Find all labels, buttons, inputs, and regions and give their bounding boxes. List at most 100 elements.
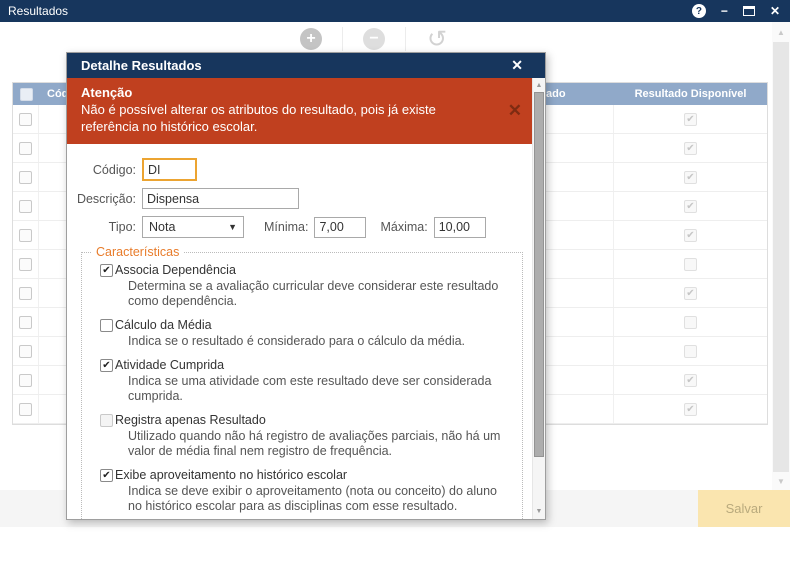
row-select-checkbox[interactable] [19,316,32,329]
row-select-checkbox[interactable] [19,200,32,213]
maxima-label: Máxima: [380,220,433,234]
header-resultado-disponivel[interactable]: Resultado Disponível [614,83,767,105]
dialog-scrollbar[interactable]: ▲ ▼ [532,78,545,519]
row-select-cell [13,192,39,220]
main-scrollbar-thumb[interactable] [773,42,789,472]
dialog-scrollbar-thumb[interactable] [534,92,544,457]
scroll-down-icon[interactable]: ▼ [772,477,790,486]
row-disponivel-cell: ✔ [614,163,767,191]
caracteristica-description: Indica se uma atividade com este resulta… [128,374,514,404]
caracteristica-row: Registra apenas Resultado [100,413,514,427]
row-select-cell [13,163,39,191]
window-title: Resultados [0,4,692,18]
caracteristica-description: Utilizado quando não há registro de aval… [128,429,514,459]
row-select-checkbox[interactable] [19,345,32,358]
row-select-checkbox[interactable] [19,171,32,184]
row-disponivel-checkbox: ✔ [684,374,697,387]
dialog-scroll-down-icon[interactable]: ▼ [533,508,545,515]
caracteristica-checkbox[interactable]: ✔ [100,359,113,372]
descricao-label: Descrição: [67,192,142,206]
row-select-cell [13,250,39,278]
row-select-checkbox[interactable] [19,229,32,242]
row-disponivel-cell [614,308,767,336]
caracteristica-row: ✔Exibe aproveitamento no histórico escol… [100,468,514,482]
caracteristica-item: Registra apenas Resultado Utilizado quand… [100,413,514,459]
row-disponivel-cell: ✔ [614,192,767,220]
dialog-title: Detalhe Resultados [67,58,511,73]
caracteristicas-fieldset: Características ✔Associa DependênciaDete… [81,245,523,520]
caracteristica-checkbox[interactable]: ✔ [100,264,113,277]
toolbar-separator [342,27,343,51]
warning-message: Não é possível alterar os atributos do r… [81,101,490,135]
row-disponivel-checkbox: ✔ [684,142,697,155]
main-scrollbar[interactable]: ▲ ▼ [772,22,790,490]
scroll-up-icon[interactable]: ▲ [772,28,790,37]
tipo-select-value: Nota [149,220,175,234]
row-select-cell [13,366,39,394]
warning-close-icon[interactable]: ✕ [508,101,522,121]
minima-input[interactable] [314,217,366,238]
chevron-down-icon: ▼ [228,222,237,232]
undo-icon[interactable]: ↺ [426,28,448,50]
close-icon[interactable]: ✕ [770,5,780,17]
caracteristica-item: Cálculo da MédiaIndica se o resultado é … [100,318,514,349]
caracteristica-label: Cálculo da Média [115,318,212,332]
descricao-input[interactable] [142,188,299,209]
caracteristicas-items: ✔Associa DependênciaDetermina se a avali… [100,263,514,520]
row-disponivel-cell: ✔ [614,105,767,133]
row-disponivel-checkbox [684,258,697,271]
row-select-checkbox[interactable] [19,403,32,416]
caracteristica-checkbox[interactable] [100,414,113,427]
titlebar-icons: ? − ✕ [692,4,790,18]
row-disponivel-checkbox: ✔ [684,171,697,184]
row-select-checkbox[interactable] [19,258,32,271]
tipo-row: Tipo: Nota ▼ Mínima: Máxima: [67,216,545,238]
dialog-scroll-up-icon[interactable]: ▲ [533,82,545,89]
warning-banner: Atenção Não é possível alterar os atribu… [67,78,532,144]
save-button[interactable]: Salvar [698,490,790,527]
row-select-cell [13,337,39,365]
row-disponivel-checkbox [684,316,697,329]
codigo-input[interactable] [142,158,197,181]
row-select-cell [13,221,39,249]
row-disponivel-cell [614,337,767,365]
remove-button[interactable]: − [363,28,385,50]
caracteristica-description: Indica se deve exibir o aproveitamento (… [128,484,514,514]
add-button[interactable]: + [300,28,322,50]
caracteristica-label: Associa Dependência [115,263,236,277]
codigo-label: Código: [67,163,142,177]
caracteristica-item: ✔Associa DependênciaDetermina se a avali… [100,263,514,309]
row-select-checkbox[interactable] [19,374,32,387]
row-select-cell [13,134,39,162]
row-disponivel-checkbox: ✔ [684,403,697,416]
dialog-close-icon[interactable]: ✕ [511,57,545,74]
caracteristica-item: ✔Atividade Cumprida Indica se uma ativida… [100,358,514,404]
caracteristica-item: ✔Exibe aproveitamento no histórico escol… [100,468,514,514]
detalhe-resultados-dialog: Detalhe Resultados ✕ Atenção Não é possí… [66,52,546,520]
maximize-icon[interactable] [743,6,755,16]
select-all-cell [13,83,39,105]
caracteristica-label: Exibe aproveitamento no histórico escola… [115,468,347,482]
minimize-icon[interactable]: − [721,5,728,17]
row-select-checkbox[interactable] [19,113,32,126]
tipo-select[interactable]: Nota ▼ [142,216,244,238]
dialog-header: Detalhe Resultados ✕ [67,53,545,78]
warning-title: Atenção [81,85,490,100]
help-icon[interactable]: ? [692,4,706,18]
select-all-checkbox[interactable] [20,88,33,101]
caracteristica-row: ✔Atividade Cumprida [100,358,514,372]
detail-form: Código: Descrição: Tipo: Nota ▼ Mínima: … [67,144,545,238]
row-select-cell [13,279,39,307]
row-select-checkbox[interactable] [19,142,32,155]
caracteristica-checkbox[interactable]: ✔ [100,469,113,482]
row-select-cell [13,105,39,133]
row-disponivel-cell: ✔ [614,221,767,249]
maxima-input[interactable] [434,217,486,238]
row-select-checkbox[interactable] [19,287,32,300]
caracteristica-row: ✔Associa Dependência [100,263,514,277]
row-disponivel-checkbox: ✔ [684,200,697,213]
caracteristica-checkbox[interactable] [100,319,113,332]
descricao-row: Descrição: [67,188,545,209]
row-select-cell [13,308,39,336]
row-disponivel-checkbox: ✔ [684,113,697,126]
